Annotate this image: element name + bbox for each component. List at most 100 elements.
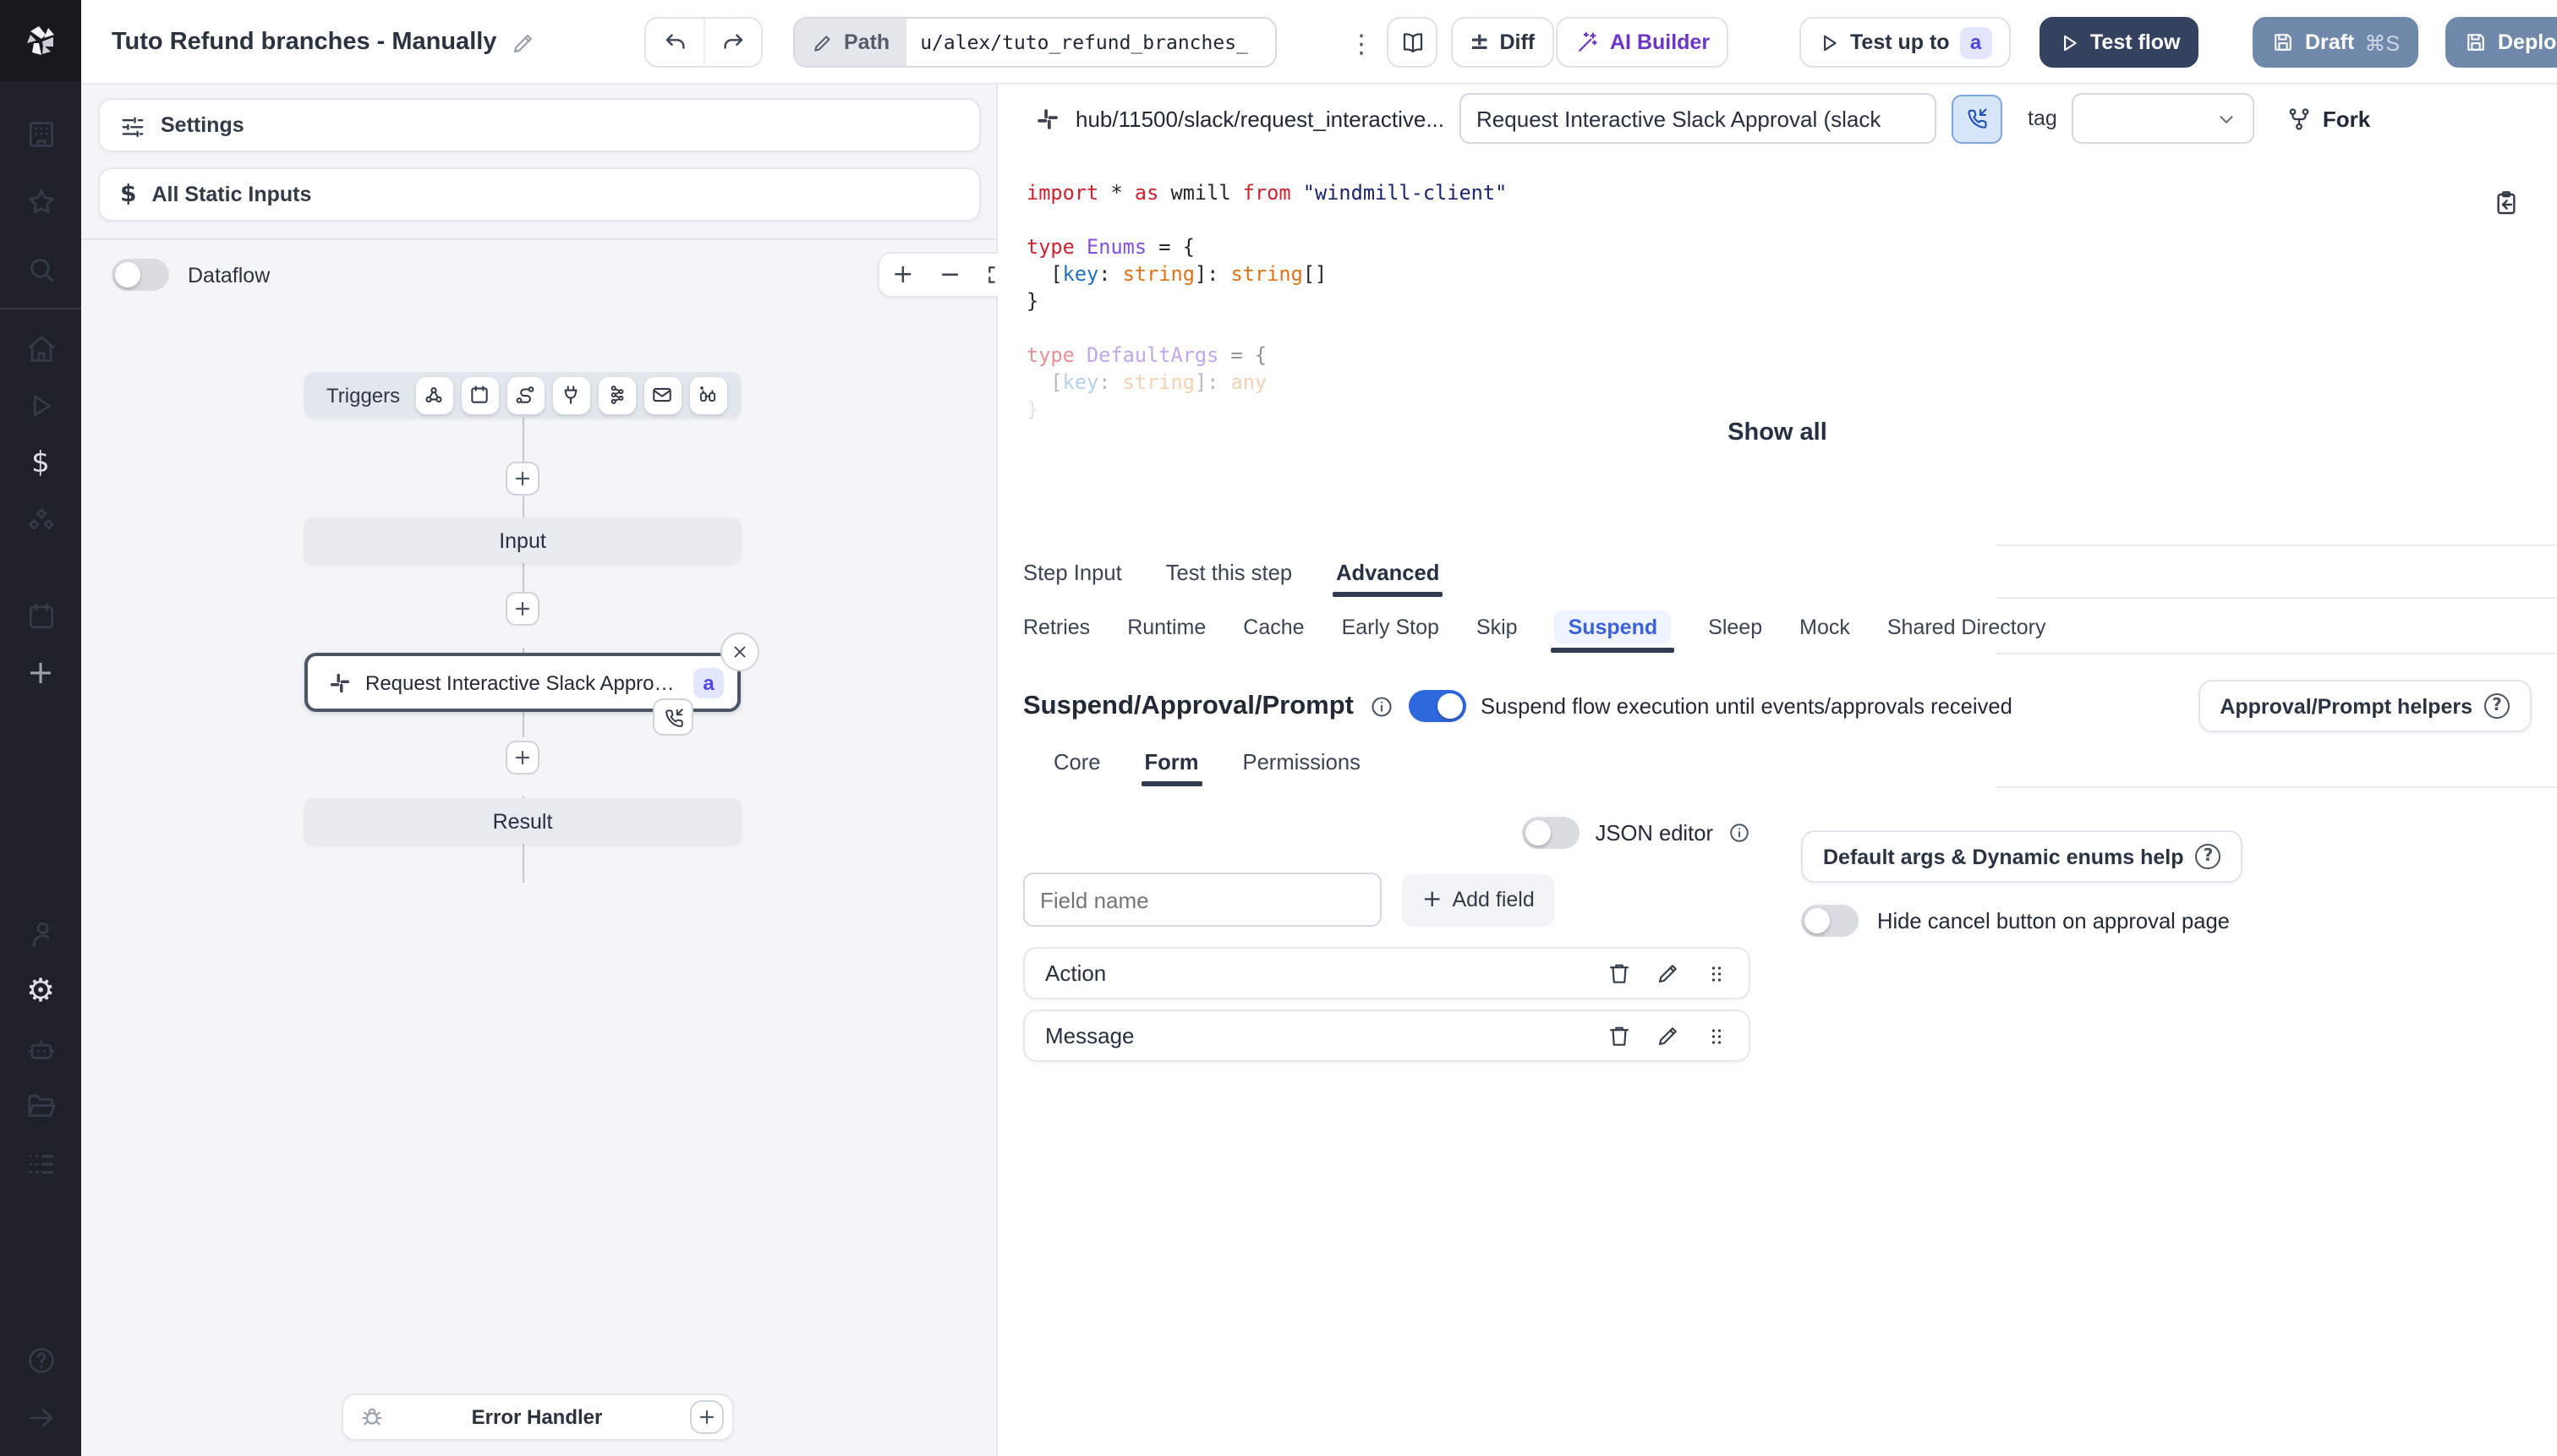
subtab-cache[interactable]: Cache (1243, 600, 1304, 653)
edit-title-pencil-icon[interactable] (510, 30, 535, 55)
sidebar-collapse[interactable] (0, 1388, 81, 1446)
sidebar-item-home[interactable] (0, 320, 81, 377)
add-step-button[interactable] (506, 741, 539, 775)
plus-icon: + (1422, 886, 1443, 913)
hide-cancel-toggle[interactable] (1801, 905, 1859, 937)
flow-settings-button[interactable]: Settings (98, 98, 981, 152)
sidebar-item-users[interactable] (0, 905, 81, 962)
sidebar-item-runs[interactable] (0, 377, 81, 435)
suspend-phone-badge[interactable] (653, 698, 693, 736)
path-label-segment[interactable]: Path (795, 19, 907, 66)
tab-permissions[interactable]: Permissions (1243, 736, 1361, 786)
input-node[interactable]: Input (304, 517, 741, 563)
step-header: hub/11500/slack/request_interactive... t… (998, 85, 2557, 152)
result-node[interactable]: Result (304, 798, 741, 844)
subtab-shared-directory[interactable]: Shared Directory (1887, 600, 2046, 653)
sidebar-item-schedules[interactable] (0, 587, 81, 644)
form-field-row-message[interactable]: Message (1023, 1010, 1750, 1062)
tag-select[interactable] (2072, 93, 2255, 144)
code-lines[interactable]: import * as wmill from "windmill-client"… (1027, 179, 1507, 423)
all-static-inputs-button[interactable]: $ All Static Inputs (98, 167, 981, 222)
input-node-label: Input (499, 528, 546, 552)
sidebar-item-workers[interactable] (0, 1020, 81, 1077)
approval-prompt-helpers-button[interactable]: Approval/Prompt helpers ? (2198, 680, 2532, 732)
add-field-row: + Add field (1023, 873, 1555, 927)
draft-button[interactable]: Draft ⌘S (2253, 17, 2419, 68)
tab-step-input[interactable]: Step Input (1023, 546, 1122, 597)
tab-form[interactable]: Form (1141, 736, 1202, 786)
step-name-input[interactable] (1459, 93, 1937, 144)
email-trigger-icon[interactable] (643, 376, 682, 413)
json-editor-toggle[interactable] (1522, 817, 1580, 849)
triggers-node[interactable]: Triggers (304, 372, 741, 418)
play-icon (25, 391, 56, 421)
add-step-button[interactable] (506, 592, 539, 626)
pencil-icon[interactable] (1656, 1023, 1681, 1048)
webhook-trigger-icon[interactable] (415, 376, 453, 413)
sidebar-item-help[interactable] (0, 1331, 81, 1388)
path-input[interactable] (906, 19, 1276, 66)
undo-button[interactable] (646, 19, 704, 66)
dataflow-toggle[interactable] (112, 259, 169, 291)
add-error-handler-button[interactable] (690, 1400, 724, 1434)
trash-icon[interactable] (1607, 961, 1632, 986)
json-editor-row: JSON editor (1023, 817, 1750, 849)
poll-trigger-icon[interactable] (689, 376, 727, 413)
trash-icon[interactable] (1607, 1023, 1632, 1048)
sidebar-item-apps[interactable] (0, 1135, 81, 1192)
http-route-trigger-icon[interactable] (506, 376, 545, 413)
tab-core[interactable]: Core (1054, 736, 1101, 786)
zoom-in-button[interactable]: + (892, 261, 913, 287)
error-handler-label: Error Handler (471, 1405, 603, 1429)
suspend-enabled-toggle[interactable] (1408, 690, 1465, 722)
form-field-row-action[interactable]: Action (1023, 947, 1750, 999)
list-icon (25, 1147, 57, 1180)
more-options-kebab-icon[interactable]: ⋮ (1346, 27, 1377, 61)
tab-advanced[interactable]: Advanced (1333, 546, 1443, 597)
zoom-out-button[interactable]: − (939, 261, 961, 287)
clipboard-paste-icon[interactable] (2493, 189, 2520, 216)
subtab-runtime[interactable]: Runtime (1127, 600, 1206, 653)
node-id-badge: a (693, 667, 724, 698)
drag-handle-icon[interactable] (1705, 961, 1728, 985)
ai-builder-button[interactable]: AI Builder (1556, 17, 1729, 68)
sidebar-item-folders[interactable] (0, 1077, 81, 1135)
add-step-button[interactable] (506, 462, 539, 495)
kafka-trigger-icon[interactable] (598, 376, 636, 413)
pencil-icon[interactable] (1656, 961, 1681, 986)
sidebar-item-search[interactable] (0, 240, 81, 298)
default-args-help-button[interactable]: Default args & Dynamic enums help ? (1801, 830, 2243, 883)
deploy-button[interactable]: Deploy (2445, 17, 2557, 68)
subtab-suspend[interactable]: Suspend (1551, 600, 1675, 653)
remove-node-button[interactable] (720, 632, 759, 671)
sidebar-item-workspace[interactable] (0, 105, 81, 162)
windmill-logo[interactable] (0, 0, 81, 81)
schedule-trigger-icon[interactable] (461, 376, 499, 413)
subtab-retries[interactable]: Retries (1023, 600, 1090, 653)
field-name-input[interactable] (1023, 873, 1382, 927)
save-icon (2464, 30, 2488, 54)
sidebar-item-resources[interactable] (0, 492, 81, 550)
sidebar-item-add[interactable]: + (0, 644, 81, 702)
sidebar-item-variables[interactable]: $ (0, 435, 81, 492)
subtab-early-stop[interactable]: Early Stop (1342, 600, 1439, 653)
suspend-phone-toggle-button[interactable] (1952, 94, 2003, 143)
redo-button[interactable] (704, 19, 761, 66)
sidebar-item-settings[interactable]: ⚙ (0, 962, 81, 1020)
docs-button[interactable] (1387, 17, 1437, 68)
subtab-skip[interactable]: Skip (1476, 600, 1518, 653)
fork-button[interactable]: Fork (2287, 106, 2370, 131)
error-handler-node[interactable]: Error Handler (342, 1393, 734, 1441)
show-all-button[interactable]: Show all (998, 419, 2557, 446)
hub-script-path[interactable]: hub/11500/slack/request_interactive... (1076, 106, 1444, 131)
subtab-mock[interactable]: Mock (1799, 600, 1850, 653)
drag-handle-icon[interactable] (1705, 1024, 1728, 1048)
test-flow-button[interactable]: Test flow (2040, 17, 2199, 68)
websocket-trigger-icon[interactable] (552, 376, 590, 413)
sidebar-item-favorites[interactable] (0, 172, 81, 230)
subtab-sleep[interactable]: Sleep (1708, 600, 1762, 653)
diff-button[interactable]: ± Diff (1451, 17, 1554, 68)
add-field-button[interactable]: + Add field (1402, 873, 1555, 926)
test-up-to-button[interactable]: Test up to a (1799, 17, 2011, 68)
tab-test-this-step[interactable]: Test this step (1166, 546, 1292, 597)
